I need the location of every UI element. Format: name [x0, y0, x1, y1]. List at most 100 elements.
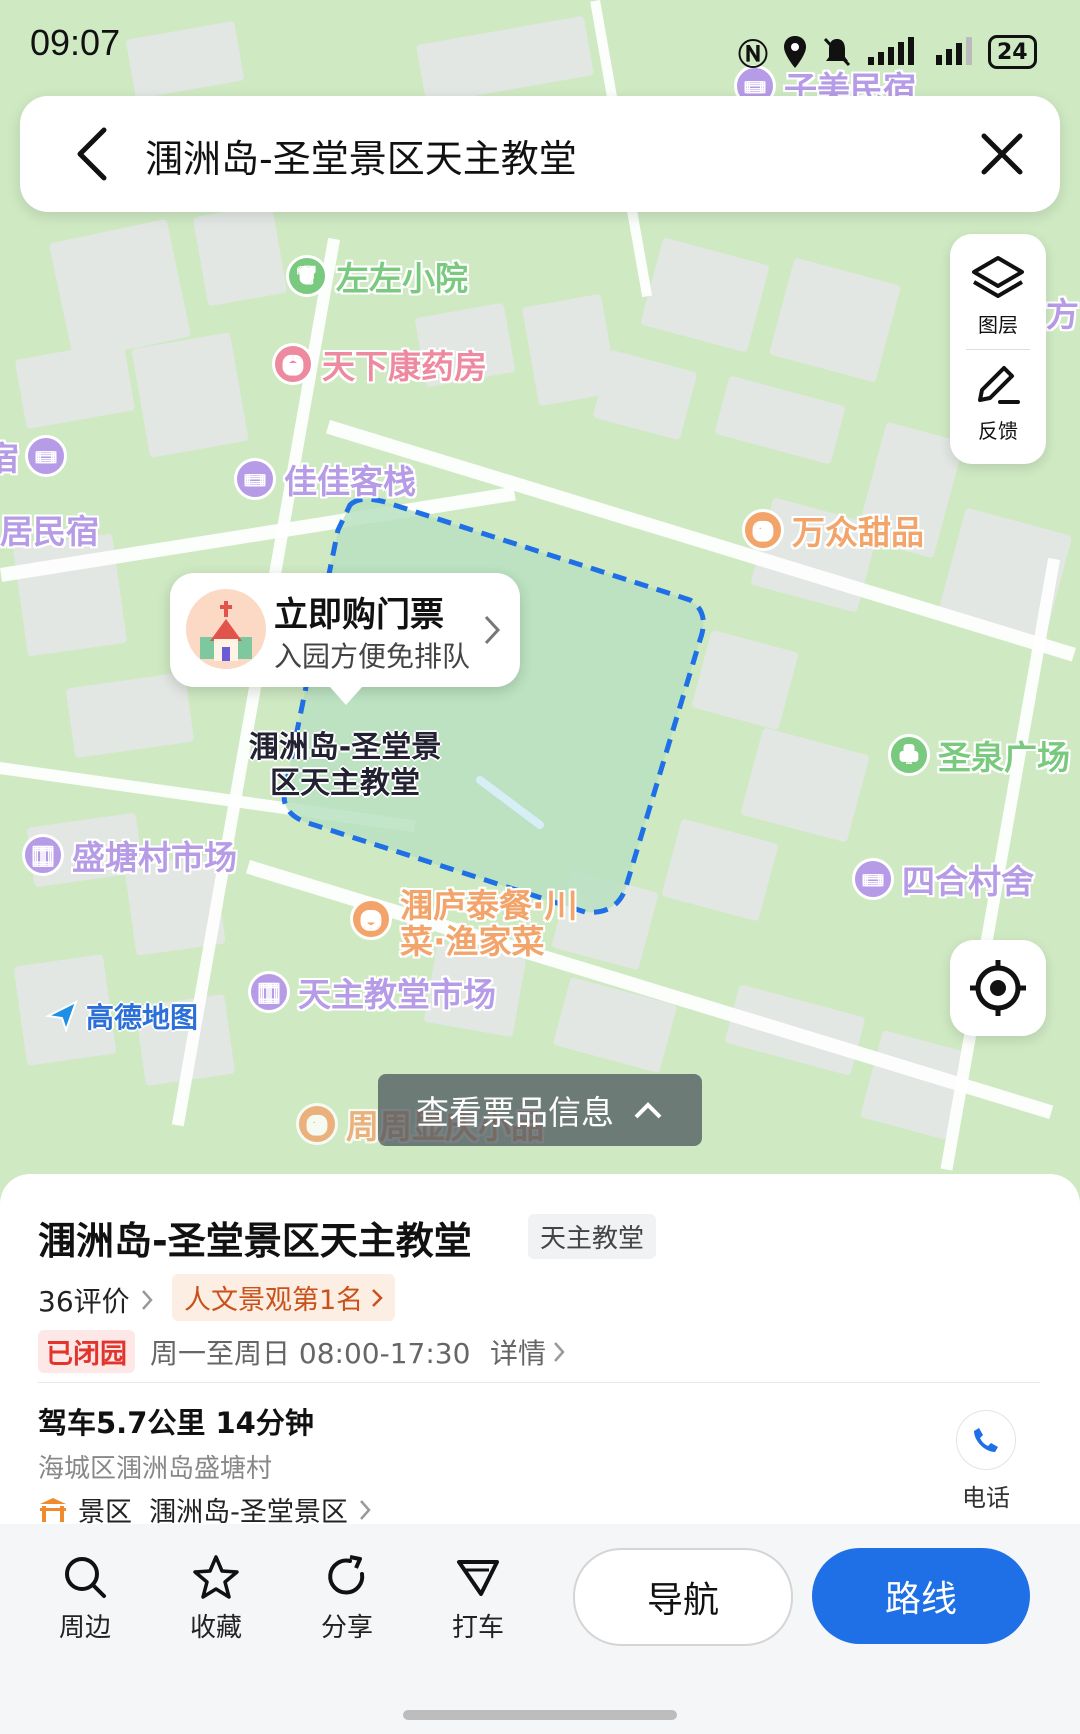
- poi-shengtang-market[interactable]: ◫ 盛塘村市场: [22, 831, 237, 879]
- phone-button[interactable]: 电话: [944, 1410, 1028, 1513]
- gate-icon: [40, 1497, 66, 1522]
- phone-icon: [974, 1428, 998, 1452]
- favorite-label: 收藏: [189, 1613, 242, 1643]
- bed-icon: ▭: [234, 458, 276, 500]
- target-label-line: 涠洲岛-圣堂景: [248, 730, 442, 765]
- sheet-divider: [38, 1382, 1040, 1383]
- drive-info: 驾车5.7公里 14分钟: [38, 1406, 314, 1440]
- poi-label: 佳佳客栈: [284, 462, 416, 501]
- layers-icon: [972, 256, 1024, 298]
- poi-label: 居民宿: [0, 512, 99, 551]
- poi-tianxia-pharmacy[interactable]: ◒ 天下康药房: [272, 340, 487, 388]
- nfc-icon: Ⓝ: [738, 38, 768, 73]
- rank-badge-text: 人文景观第1名: [184, 1285, 364, 1316]
- search-icon: [65, 1557, 106, 1598]
- locate-me-button[interactable]: [950, 940, 1046, 1036]
- tool-divider: [966, 349, 1030, 350]
- basket-icon: ◫: [22, 834, 64, 876]
- place-name: 涠洲岛-圣堂景区天主教堂: [38, 1219, 472, 1263]
- layers-label: 图层: [978, 313, 1018, 337]
- reviews-link[interactable]: 36评价: [38, 1280, 154, 1320]
- taxi-flag-icon: [457, 1560, 499, 1596]
- search-query[interactable]: 涠洲岛-圣堂景区天主教堂: [145, 128, 577, 183]
- poi-label: 涠庐泰餐·川: [400, 886, 578, 925]
- rank-badge[interactable]: 人文景观第1名: [172, 1274, 396, 1321]
- ticket-info-label: 查看票品信息: [416, 1093, 614, 1132]
- status-time: 09:07: [30, 22, 121, 63]
- park-icon: ♣: [888, 734, 930, 776]
- feedback-label: 反馈: [978, 419, 1018, 443]
- target-place-label[interactable]: 涠洲岛-圣堂景 区天主教堂: [245, 730, 445, 802]
- category-tag: 天主教堂: [528, 1214, 657, 1259]
- callout-subtitle: 入园方便免排队: [274, 640, 471, 673]
- taxi-button[interactable]: 打车: [433, 1554, 523, 1644]
- dessert-icon: ◕: [742, 509, 784, 551]
- poi-right-edge[interactable]: 方: [1046, 288, 1079, 336]
- poi-label: 天主教堂市场: [298, 975, 496, 1014]
- dessert-icon: ◕: [296, 1103, 338, 1145]
- battery-icon: 24: [988, 35, 1037, 69]
- details-label: 详情: [490, 1337, 547, 1370]
- chevron-right-icon: [554, 1342, 565, 1362]
- chevron-right-icon: [359, 1499, 371, 1520]
- poi-label: 宿: [0, 439, 19, 478]
- poi-label: 菜·渔家菜: [400, 922, 545, 961]
- view-ticket-info-button[interactable]: 查看票品信息: [378, 1074, 702, 1146]
- poi-jiajia-inn[interactable]: ▭ 佳佳客栈: [234, 455, 416, 503]
- poi-weilu-restaurant[interactable]: ◓ 涠庐泰餐·川 菜·渔家菜: [350, 888, 578, 960]
- phone-label: 电话: [962, 1484, 1010, 1512]
- favorite-button[interactable]: 收藏: [171, 1554, 261, 1644]
- poi-left-homestay-2[interactable]: 居民宿: [0, 505, 99, 553]
- share-icon: [328, 1555, 365, 1595]
- map-tools-panel: 图层 反馈: [950, 234, 1046, 464]
- poi-sihe-house[interactable]: ▭ 四合村舍: [852, 855, 1034, 903]
- back-arrow-icon[interactable]: [72, 126, 112, 182]
- poi-left-homestay[interactable]: 宿 ▭: [0, 432, 75, 480]
- poi-label: 盛塘村市场: [72, 838, 237, 877]
- bottom-action-bar: 周边 收藏 分享 打车 导航 路线: [0, 1524, 1080, 1734]
- star-icon: [193, 1555, 239, 1599]
- share-button[interactable]: 分享: [302, 1554, 392, 1644]
- callout-title: 立即购门票: [274, 595, 444, 635]
- poi-label: 四合村舍: [902, 862, 1034, 901]
- route-button[interactable]: 路线: [812, 1548, 1030, 1644]
- amap-arrow-icon: [44, 999, 78, 1034]
- navigate-button[interactable]: 导航: [573, 1548, 793, 1646]
- edit-pen-icon: [978, 366, 1020, 404]
- layers-button[interactable]: 图层: [950, 254, 1046, 338]
- close-icon[interactable]: [978, 130, 1026, 178]
- target-label-line: 区天主教堂: [270, 766, 420, 801]
- restaurant-icon: ◓: [350, 898, 392, 940]
- chevron-right-icon: [372, 1288, 383, 1307]
- share-label: 分享: [320, 1613, 373, 1643]
- chevron-right-icon: [484, 615, 501, 645]
- status-icons: Ⓝ 24: [738, 30, 1037, 74]
- buy-ticket-callout[interactable]: 立即购门票 入园方便免排队: [170, 573, 520, 705]
- chevron-up-icon: [634, 1102, 662, 1119]
- bed-icon: ▭: [852, 858, 894, 900]
- amap-logo-text: 高德地图: [86, 1001, 199, 1034]
- nearby-label: 周边: [58, 1613, 111, 1643]
- poi-label: 天下康药房: [322, 347, 487, 386]
- home-indicator: [403, 1710, 677, 1720]
- nearby-button[interactable]: 周边: [40, 1554, 130, 1644]
- poi-zuozuo-yard[interactable]: ❦ 左左小院: [286, 252, 468, 300]
- poi-church-market[interactable]: ◫ 天主教堂市场: [248, 968, 496, 1016]
- mute-bell-icon: [823, 37, 851, 67]
- location-icon: [784, 36, 806, 68]
- route-label: 路线: [884, 1579, 957, 1620]
- hours-details-link[interactable]: 详情: [490, 1332, 566, 1372]
- reviews-count: 36评价: [38, 1285, 130, 1318]
- poi-label: 方: [1046, 295, 1079, 334]
- basket-icon: ◫: [248, 971, 290, 1013]
- feedback-button[interactable]: 反馈: [950, 360, 1046, 444]
- chevron-right-icon: [141, 1290, 153, 1310]
- closed-badge: 已闭园: [38, 1330, 135, 1373]
- address: 海城区涠洲岛盛塘村: [38, 1454, 273, 1484]
- poi-wanzhong-dessert[interactable]: ◕ 万众甜品: [742, 506, 924, 554]
- poi-shengquan-square[interactable]: ♣ 圣泉广场: [888, 731, 1070, 779]
- taxi-label: 打车: [451, 1613, 504, 1643]
- opening-hours: 周一至周日 08:00-17:30: [150, 1337, 471, 1370]
- search-bar[interactable]: 涠洲岛-圣堂景区天主教堂: [20, 96, 1060, 212]
- crosshair-icon: [970, 960, 1026, 1016]
